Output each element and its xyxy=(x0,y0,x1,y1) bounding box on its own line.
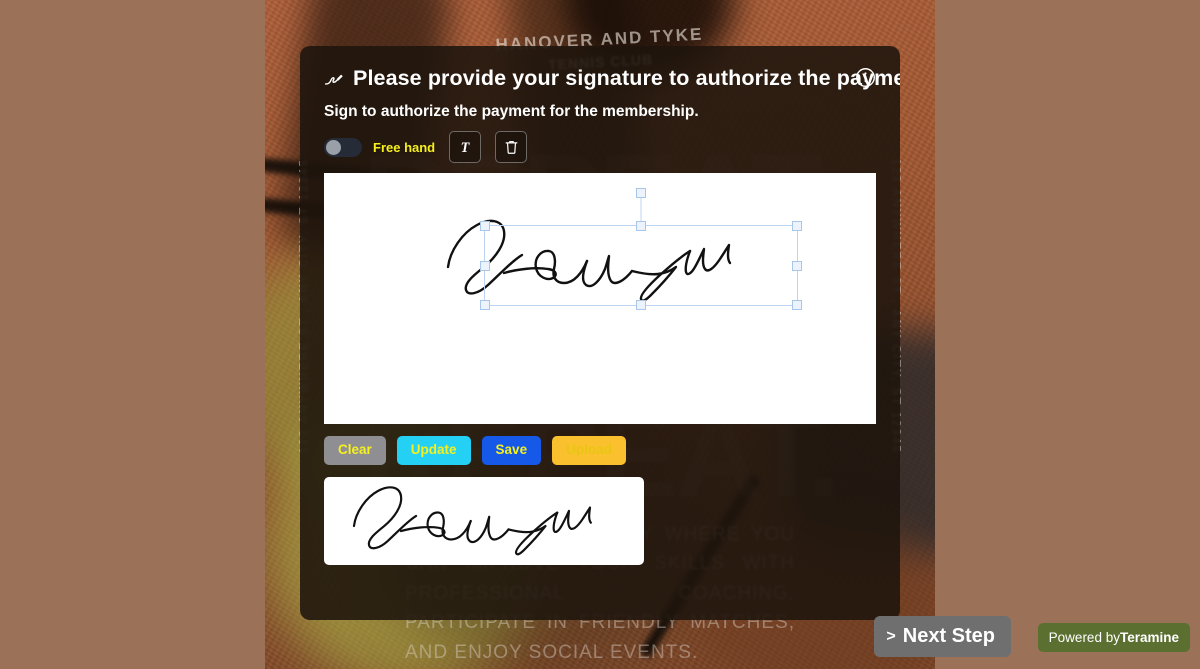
signature-canvas[interactable] xyxy=(324,173,876,424)
signature-preview xyxy=(324,476,644,565)
modal-subtitle: Sign to authorize the payment for the me… xyxy=(324,103,699,120)
free-hand-label: Free hand xyxy=(373,139,436,155)
next-step-label: Next Step xyxy=(902,625,995,647)
delete-tool-button[interactable] xyxy=(495,131,528,163)
italic-text-icon: T xyxy=(461,140,471,156)
powered-by-prefix: Powered by xyxy=(1048,630,1120,645)
info-circle-icon[interactable] xyxy=(855,67,876,88)
upload-button[interactable]: Upload xyxy=(552,436,626,465)
signature-preview-stroke xyxy=(352,486,592,556)
handle-middle-right[interactable] xyxy=(792,260,802,271)
signature-modal: Please provide your signature to authori… xyxy=(300,46,900,620)
signature-toolbar: Free hand T xyxy=(324,131,876,163)
handle-bottom-right[interactable] xyxy=(792,300,802,310)
text-tool-button[interactable]: T xyxy=(449,131,482,163)
update-button[interactable]: Update xyxy=(396,436,471,465)
free-hand-toggle[interactable] xyxy=(324,137,362,157)
trash-icon xyxy=(505,141,518,154)
signature-pen-icon xyxy=(324,74,343,85)
action-button-row: Clear Update Save Upload xyxy=(324,436,876,465)
save-button[interactable]: Save xyxy=(481,436,542,465)
modal-header: Please provide your signature to authori… xyxy=(324,66,900,91)
next-step-button[interactable]: > Next Step xyxy=(874,616,1011,657)
powered-by-badge[interactable]: Powered by Teramine xyxy=(1037,623,1190,652)
clear-button[interactable]: Clear xyxy=(324,436,386,465)
modal-title: Please provide your signature to authori… xyxy=(353,66,900,90)
handle-top-right[interactable] xyxy=(792,221,802,231)
page-root: Repeat. Repeat. Hanover and Tyke Tennis … xyxy=(0,0,1200,669)
rotation-handle[interactable] xyxy=(636,188,646,198)
toggle-knob xyxy=(326,139,341,155)
svg-text:T: T xyxy=(461,140,471,156)
chevron-right-icon: > xyxy=(886,627,896,645)
signature-stroke[interactable] xyxy=(444,211,764,311)
powered-by-brand: Teramine xyxy=(1119,630,1179,645)
